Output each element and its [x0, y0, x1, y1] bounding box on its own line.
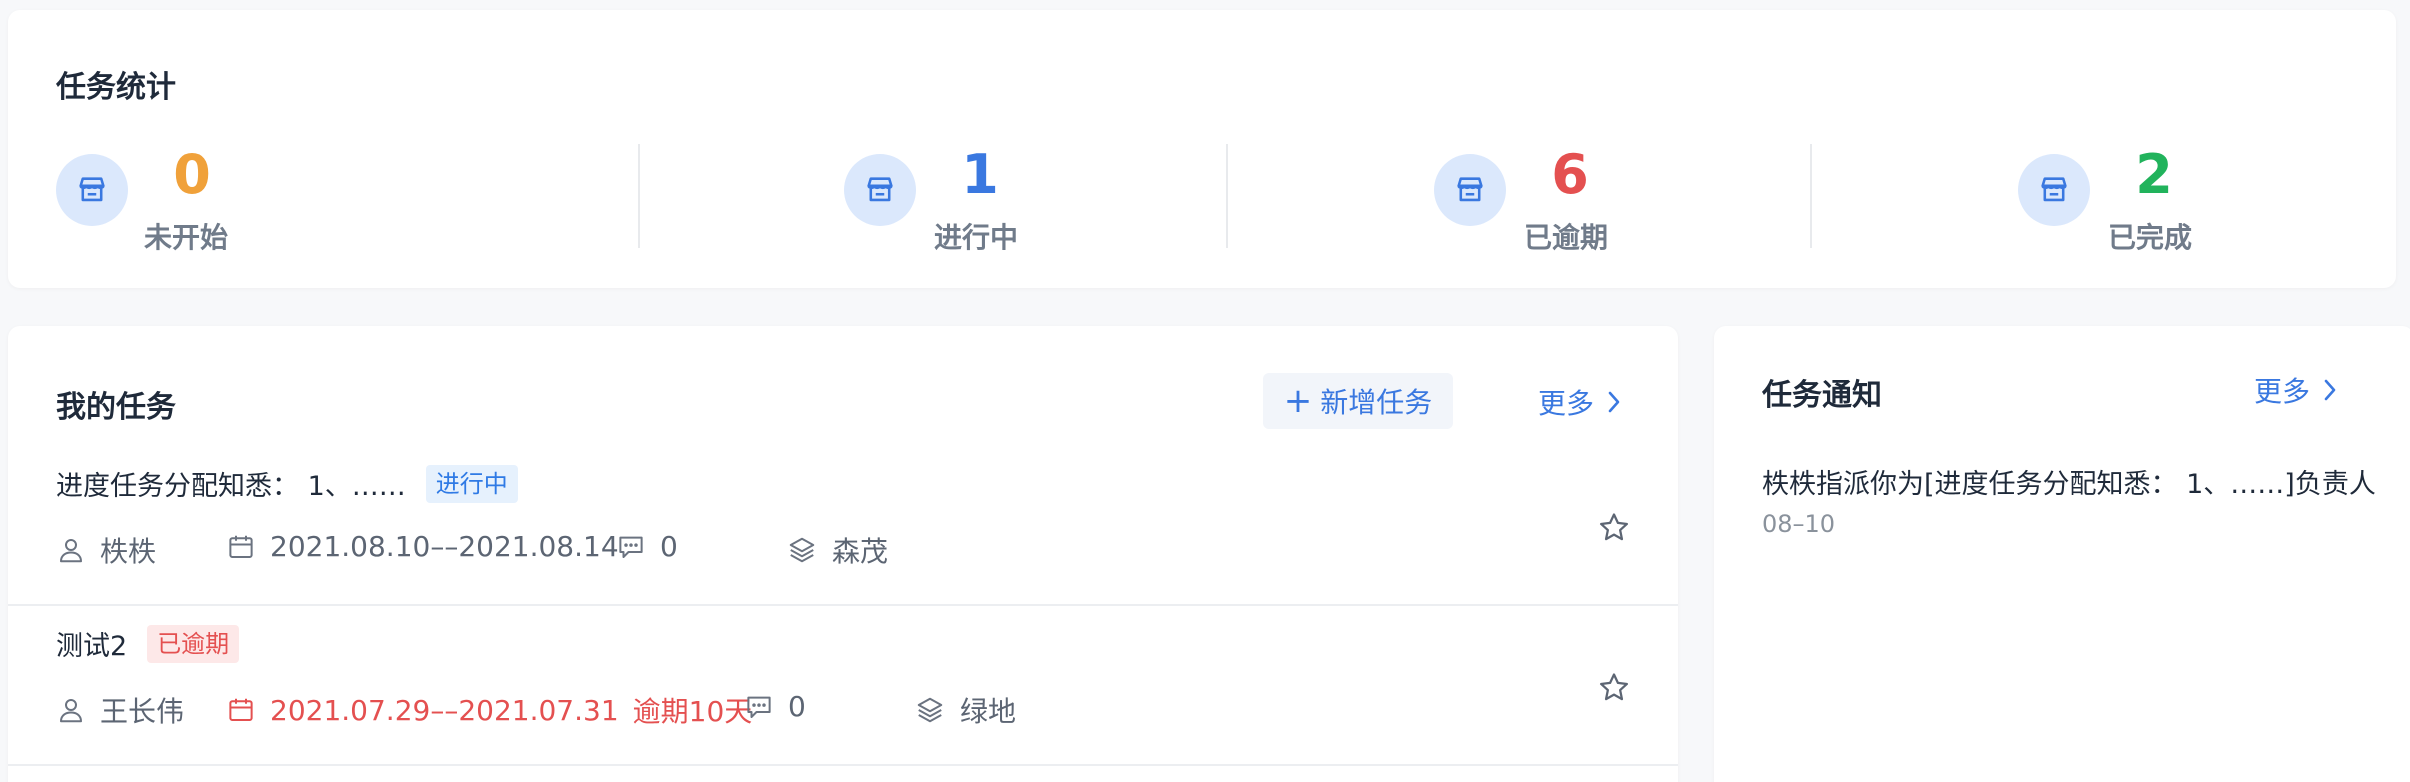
- comment-icon: [747, 696, 771, 718]
- task-title: 进度任务分配知悉： 1、…… 进行中: [56, 464, 518, 503]
- store-icon: [844, 154, 916, 226]
- task-date-range: 2021.08.10––2021.08.14: [226, 530, 619, 563]
- stat-label: 已完成: [2108, 221, 2193, 254]
- store-icon: [2018, 154, 2090, 226]
- my-tasks-card: 我的任务 + 新增任务 更多 进度任务分配知悉： 1、…… 进行中 柣柣 202…: [8, 326, 1678, 782]
- more-label: 更多: [2254, 375, 2311, 408]
- user-icon: [60, 699, 82, 723]
- task-title-text: 进度任务分配知悉： 1、……: [56, 471, 406, 502]
- stat-label: 已逾期: [1524, 221, 1609, 254]
- stat-not-started[interactable]: 0 未开始: [8, 10, 605, 288]
- stat-overdue[interactable]: 6 已逾期: [1228, 10, 1825, 288]
- user-icon: [60, 539, 82, 563]
- task-title: 测试2 已逾期: [56, 624, 240, 663]
- calendar-icon: [229, 535, 253, 558]
- divider: [638, 144, 640, 248]
- task-comments[interactable]: 0: [616, 530, 678, 563]
- notification-date: 08–10: [1762, 510, 1836, 538]
- task-row[interactable]: 测试2 已逾期 王长伟 2021.07.29––2021.07.31 逾期10天…: [8, 606, 1678, 766]
- layers-icon: [917, 697, 943, 723]
- comment-icon: [619, 536, 643, 558]
- task-comments[interactable]: 0: [744, 690, 806, 723]
- row-divider: [8, 764, 1678, 766]
- stat-in-progress[interactable]: 1 进行中: [648, 10, 1245, 288]
- stat-value: 0: [173, 143, 211, 206]
- status-badge: 已逾期: [147, 624, 240, 663]
- my-tasks-title: 我的任务: [56, 390, 176, 425]
- status-badge: 进行中: [425, 464, 518, 503]
- store-icon: [56, 154, 128, 226]
- calendar-icon: [229, 698, 253, 721]
- stat-completed[interactable]: 2 已完成: [1808, 10, 2405, 288]
- overdue-note: 逾期10天: [632, 695, 753, 728]
- task-stats-card: 任务统计 0 未开始 1 进行中 6 已逾期 2 已完成: [8, 10, 2396, 288]
- chevron-right-icon: [1608, 391, 1620, 413]
- star-icon[interactable]: [1596, 510, 1632, 550]
- task-assignee: 柣柣: [56, 530, 156, 570]
- plus-icon: +: [1283, 381, 1313, 421]
- stat-value: 6: [1551, 143, 1589, 206]
- more-label: 更多: [1538, 387, 1595, 420]
- add-task-label: 新增任务: [1320, 386, 1433, 419]
- layers-icon: [789, 537, 815, 563]
- task-project: 森茂: [786, 530, 888, 570]
- task-project: 绿地: [914, 690, 1016, 730]
- chevron-right-icon: [2324, 379, 2336, 401]
- notifications-title: 任务通知: [1762, 378, 1882, 413]
- notification-text[interactable]: 柣柣指派你为[进度任务分配知悉： 1、……]负责人: [1762, 462, 2376, 501]
- star-icon[interactable]: [1596, 670, 1632, 710]
- notifications-more-link[interactable]: 更多: [2254, 370, 2338, 410]
- task-date-range: 2021.07.29––2021.07.31 逾期10天: [226, 690, 752, 730]
- task-assignee: 王长伟: [56, 690, 184, 730]
- stat-value: 1: [961, 143, 999, 206]
- task-row[interactable]: 进度任务分配知悉： 1、…… 进行中 柣柣 2021.08.10––2021.0…: [8, 446, 1678, 606]
- task-notifications-card: 任务通知 更多 柣柣指派你为[进度任务分配知悉： 1、……]负责人 08–10: [1714, 326, 2410, 782]
- task-title-text: 测试2: [56, 631, 128, 662]
- store-icon: [1434, 154, 1506, 226]
- tasks-more-link[interactable]: 更多: [1538, 382, 1622, 422]
- add-task-button[interactable]: + 新增任务: [1263, 373, 1453, 429]
- stat-label: 未开始: [144, 221, 229, 254]
- stat-value: 2: [2135, 143, 2173, 206]
- stat-label: 进行中: [934, 221, 1019, 254]
